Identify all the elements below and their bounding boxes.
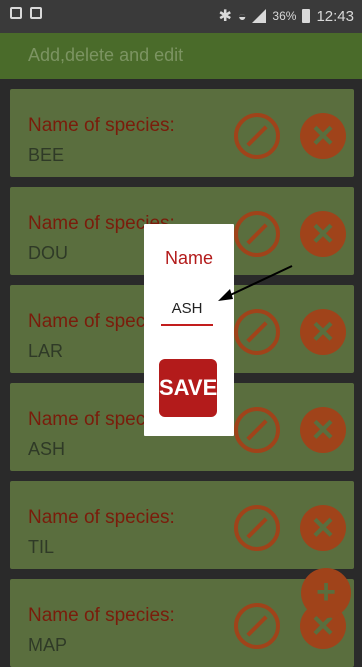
delete-button[interactable]: × — [300, 407, 346, 453]
close-icon: × — [311, 213, 335, 255]
close-icon: × — [311, 409, 335, 451]
add-button[interactable]: + — [301, 568, 351, 618]
list-item[interactable]: Name of species: BEE × — [10, 89, 354, 177]
edit-icon[interactable] — [234, 407, 280, 453]
edit-icon[interactable] — [234, 211, 280, 257]
screenshot-icon — [10, 7, 22, 19]
edit-icon[interactable] — [234, 309, 280, 355]
battery-icon — [302, 9, 311, 23]
species-value: TIL — [28, 537, 55, 557]
list-item[interactable]: Name of species: TIL × — [10, 481, 354, 569]
delete-button[interactable]: × — [300, 211, 346, 257]
edit-icon[interactable] — [234, 603, 280, 649]
plus-icon: + — [316, 573, 336, 611]
species-value: LAR — [28, 341, 64, 361]
close-icon: × — [311, 311, 335, 353]
app-title: Add,delete and edit — [28, 45, 184, 65]
delete-button[interactable]: × — [300, 113, 346, 159]
bluetooth-icon: ✱ — [218, 8, 232, 25]
annotation-arrow — [218, 265, 293, 301]
app-bar: Add,delete and edit — [0, 33, 362, 79]
species-label: Name of species: — [28, 115, 175, 136]
status-right: ✱ ◒ 36% 12:43 — [219, 6, 354, 26]
delete-button[interactable]: × — [300, 309, 346, 355]
name-input[interactable]: ASH — [161, 300, 213, 326]
save-button[interactable]: SAVE — [159, 359, 217, 417]
species-value: ASH — [28, 439, 66, 459]
edit-dialog: Name ASH SAVE — [144, 224, 234, 436]
delete-button[interactable]: × — [300, 505, 346, 551]
edit-icon[interactable] — [234, 113, 280, 159]
wifi-icon: ◒ — [237, 8, 247, 24]
status-bar: ✱ ◒ 36% 12:43 — [0, 0, 362, 33]
species-label: Name of species: — [28, 507, 175, 528]
edit-icon[interactable] — [234, 505, 280, 551]
close-icon: × — [311, 507, 335, 549]
signal-icon — [252, 9, 267, 23]
notification-icon — [30, 7, 42, 19]
close-icon: × — [311, 115, 335, 157]
status-left — [10, 7, 42, 19]
battery-percent: 36% — [272, 9, 297, 23]
species-label: Name of species: — [28, 605, 175, 626]
species-value: MAP — [28, 635, 68, 655]
clock: 12:43 — [316, 7, 354, 25]
species-value: DOU — [28, 243, 68, 263]
species-value: BEE — [28, 145, 65, 165]
